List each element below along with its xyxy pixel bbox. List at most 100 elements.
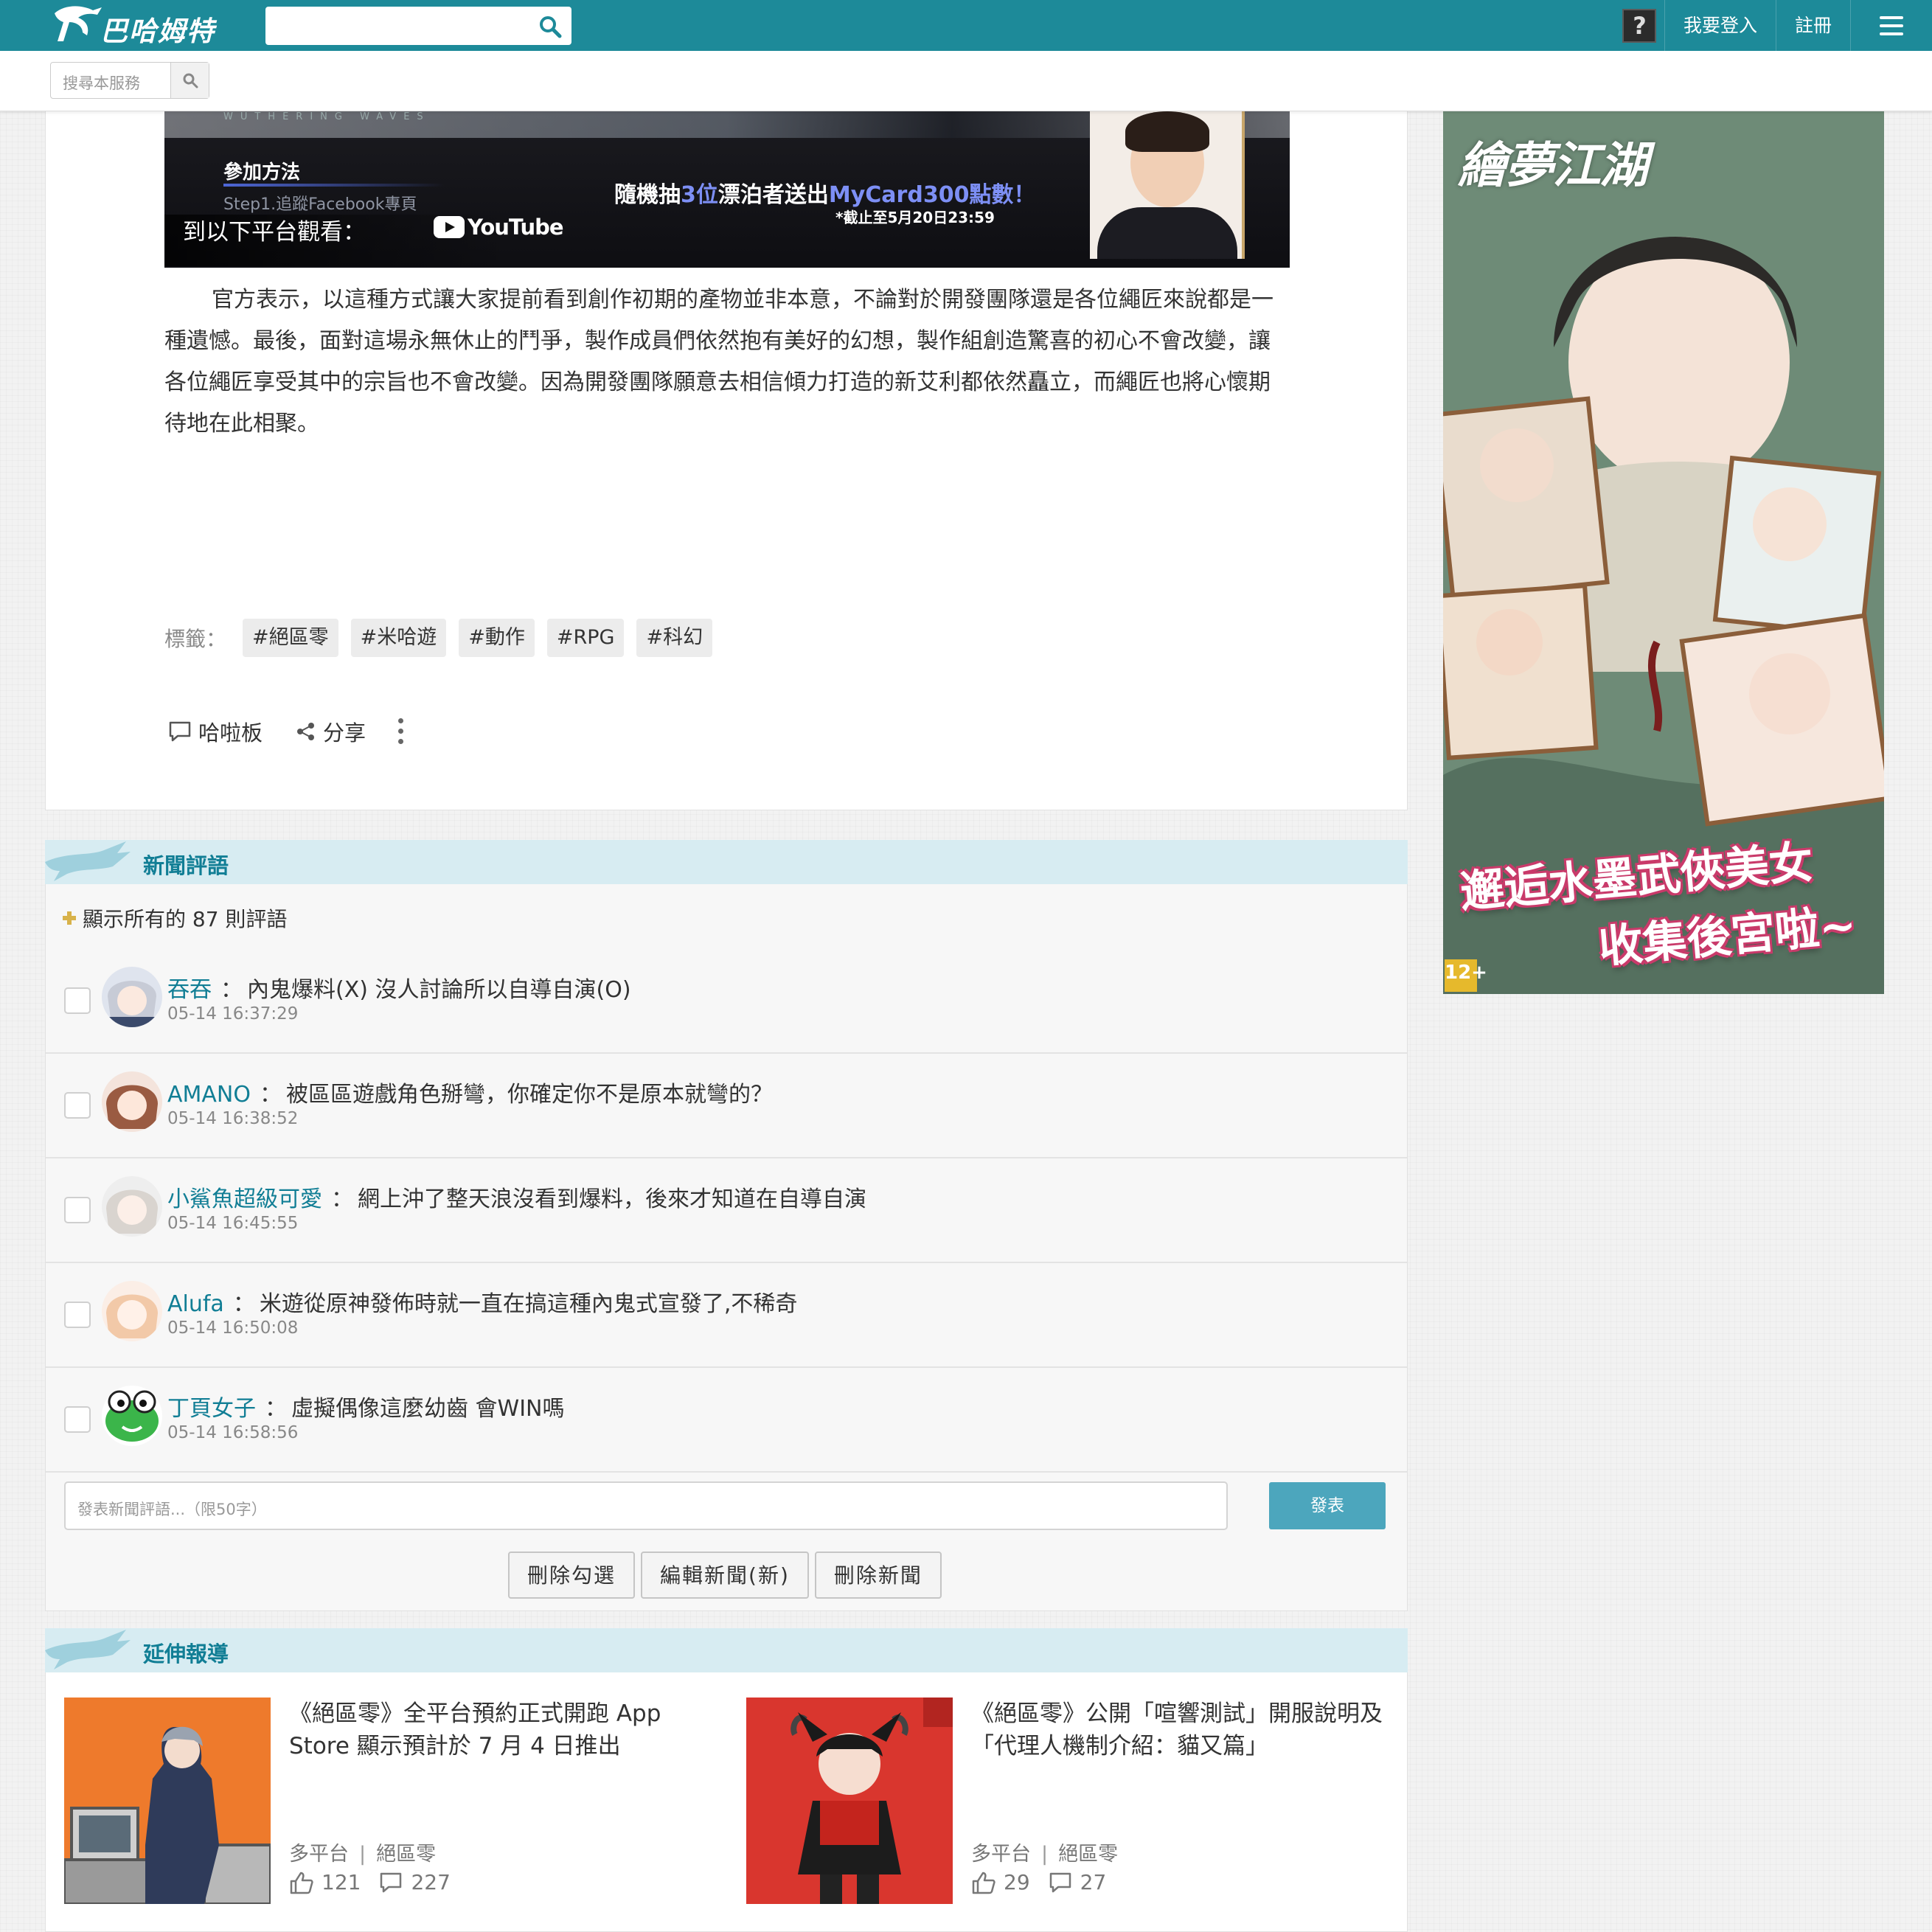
more-options-icon[interactable] — [398, 717, 404, 746]
banner-divider — [223, 184, 445, 187]
related-news-thumbnail[interactable] — [746, 1698, 953, 1904]
comment-separator: ： — [331, 1186, 353, 1212]
comment-row: AMANO ：被區區遊戲角色掰彎，你確定你不是原本就彎的？ 05-14 16:38… — [46, 1054, 1407, 1158]
comment-separator: ： — [220, 977, 243, 1003]
thumbs-up-icon — [290, 1872, 313, 1894]
related-news-thumbnail[interactable] — [64, 1698, 271, 1904]
article-actions: 哈啦板 分享 — [167, 716, 404, 747]
comment-checkbox[interactable] — [64, 1406, 91, 1433]
service-search-button[interactable] — [170, 63, 209, 98]
platform-label[interactable]: 多平台 — [289, 1843, 349, 1866]
speech-bubble-icon — [381, 1872, 402, 1892]
forum-button[interactable]: 哈啦板 — [167, 716, 263, 747]
tag-list: 標籤： #絕區零 #米哈遊 #動作 #RPG #科幻 — [164, 619, 725, 657]
user-avatar[interactable] — [102, 1176, 162, 1237]
comment-checkbox[interactable] — [64, 987, 91, 1014]
comment-username[interactable]: 吞吞 — [167, 977, 212, 1003]
related-news-item[interactable]: 《絕區零》全平台預約正式開跑 App Store 顯示預計於 7 月 4 日推出… — [64, 1698, 713, 1911]
comment-checkbox[interactable] — [64, 1302, 91, 1328]
comment-username[interactable]: Alufa — [167, 1291, 224, 1317]
user-avatar-slot[interactable]: ? — [1615, 0, 1665, 51]
comment-checkbox[interactable] — [64, 1197, 91, 1223]
comment-username[interactable]: 小鯊魚超級可愛 — [167, 1186, 322, 1212]
site-logo[interactable]: 巴哈姆特 — [49, 3, 233, 47]
share-button[interactable]: 分享 — [295, 716, 366, 747]
comment-text: 被區區遊戲角色掰彎，你確定你不是原本就彎的？ — [285, 1082, 773, 1108]
age-rating-badge: 12+ — [1445, 959, 1487, 992]
forum-label: 哈啦板 — [198, 720, 263, 746]
likes-stat: 121 — [289, 1870, 361, 1894]
comment-separator: ： — [232, 1291, 255, 1317]
tag-scifi[interactable]: #科幻 — [636, 619, 713, 657]
main-menu-button[interactable] — [1851, 0, 1932, 51]
comment-line: Alufa ：米遊從原神發佈時就一直在搞這種內鬼式宣發了,不稀奇 — [167, 1285, 797, 1318]
related-news-title[interactable]: 《絕區零》全平台預約正式開跑 App Store 顯示預計於 7 月 4 日推出 — [289, 1698, 702, 1762]
comments-section-header: 新聞評語 — [45, 840, 1408, 884]
related-news-item[interactable]: 《絕區零》公開「喧響測試」開服說明及「代理人機制介紹：貓又篇」 多平台 | 絕區零 … — [746, 1698, 1395, 1911]
comments-stat: 27 — [1048, 1870, 1107, 1894]
lottery-prize: MyCard300點數！ — [828, 182, 1036, 208]
delete-selected-button[interactable]: 刪除勾選 — [508, 1551, 636, 1599]
comment-time: 05-14 16:38:52 — [167, 1109, 299, 1128]
lottery-num: 3位 — [681, 182, 718, 208]
sidebar-ad-banner[interactable]: 繪夢江湖 邂逅水墨武俠美女 收集後宮啦~ 12+ — [1443, 111, 1884, 994]
article-paragraph: 官方表示，以這種方式讓大家提前看到創作初期的產物並非本意，不論對於開發團隊還是各… — [164, 287, 1273, 437]
related-news-stats: 121 227 — [289, 1870, 468, 1894]
comment-input[interactable]: 發表新聞評語...（限50字） — [64, 1481, 1228, 1530]
comment-username[interactable]: AMANO — [167, 1082, 251, 1108]
tags-label: 標籤： — [164, 627, 227, 651]
user-avatar[interactable] — [102, 1071, 162, 1132]
service-search-input[interactable]: 搜尋本服務 — [50, 62, 209, 99]
comment-line: 丁頁女子 ：虛擬偶像這麼幼齒 會WIN嗎 — [167, 1390, 565, 1422]
banner-join-title: 參加方法 — [223, 161, 301, 184]
top-right-menu: ? 我要登入 註冊 — [1615, 0, 1932, 51]
show-all-comments-link[interactable]: 顯示所有的 87 則評語 — [62, 903, 287, 933]
comment-text: 內鬼爆料(X) 沒人討論所以自導自演(O) — [247, 977, 631, 1003]
user-avatar[interactable] — [102, 1386, 162, 1446]
logo-text: 巴哈姆特 — [100, 15, 215, 47]
tag-rpg[interactable]: #RPG — [546, 619, 625, 657]
user-avatar[interactable] — [102, 1281, 162, 1341]
related-news-title[interactable]: 《絕區零》公開「喧響測試」開服說明及「代理人機制介紹：貓又篇」 — [971, 1698, 1384, 1762]
service-search-placeholder: 搜尋本服務 — [63, 74, 140, 92]
related-section-title: 延伸報導 — [143, 1641, 229, 1667]
comment-separator: ： — [265, 1396, 287, 1422]
game-label[interactable]: 絕區零 — [376, 1843, 436, 1866]
platform-label[interactable]: 多平台 — [971, 1843, 1031, 1866]
edit-news-button[interactable]: 編輯新聞(新) — [641, 1551, 809, 1599]
comments-count: 27 — [1080, 1870, 1107, 1894]
comments-stat: 227 — [378, 1870, 451, 1894]
comment-username[interactable]: 丁頁女子 — [167, 1396, 256, 1422]
banner-game-text: WUTHERING WAVES — [223, 111, 431, 122]
tag-action[interactable]: #動作 — [459, 619, 535, 657]
search-icon[interactable] — [538, 14, 563, 39]
youtube-label: YouTube — [468, 215, 564, 240]
youtube-link[interactable]: YouTube — [434, 215, 564, 240]
event-banner-video[interactable]: WUTHERING WAVES 參加方法 Step1.追蹤Facebook專頁 … — [164, 111, 1290, 268]
post-comment-button[interactable]: 發表 — [1269, 1482, 1386, 1529]
plus-icon — [63, 911, 76, 925]
show-all-label: 顯示所有的 87 則評語 — [83, 907, 288, 931]
related-news-meta: 多平台 | 絕區零 — [289, 1838, 436, 1866]
register-link[interactable]: 註冊 — [1776, 0, 1851, 51]
comment-line: AMANO ：被區區遊戲角色掰彎，你確定你不是原本就彎的？ — [167, 1076, 773, 1108]
top-navbar: 巴哈姆特 ? 我要登入 註冊 — [0, 0, 1932, 51]
tag-mihoyo[interactable]: #米哈遊 — [350, 619, 447, 657]
admin-buttons: 刪除勾選 編輯新聞(新) 刪除新聞 — [508, 1551, 948, 1599]
delete-news-button[interactable]: 刪除新聞 — [814, 1551, 942, 1599]
tag-zzz[interactable]: #絕區零 — [243, 619, 338, 657]
comment-text: 米遊從原神發佈時就一直在搞這種內鬼式宣發了,不稀奇 — [259, 1291, 798, 1317]
comment-time: 05-14 16:37:29 — [167, 1004, 299, 1024]
share-label: 分享 — [323, 720, 366, 746]
comments-count: 227 — [411, 1870, 451, 1894]
game-label[interactable]: 絕區零 — [1058, 1843, 1118, 1866]
youtube-icon — [434, 216, 465, 238]
user-avatar[interactable] — [102, 967, 162, 1027]
comment-checkbox[interactable] — [64, 1092, 91, 1119]
comment-row: 丁頁女子 ：虛擬偶像這麼幼齒 會WIN嗎 05-14 16:58:56 — [46, 1368, 1407, 1473]
global-search-input[interactable] — [265, 7, 571, 45]
likes-count: 29 — [1004, 1870, 1030, 1894]
dragon-logo-icon — [55, 6, 102, 41]
login-link[interactable]: 我要登入 — [1665, 0, 1776, 51]
banner-deadline: *截止至5月20日23:59 — [835, 209, 995, 226]
